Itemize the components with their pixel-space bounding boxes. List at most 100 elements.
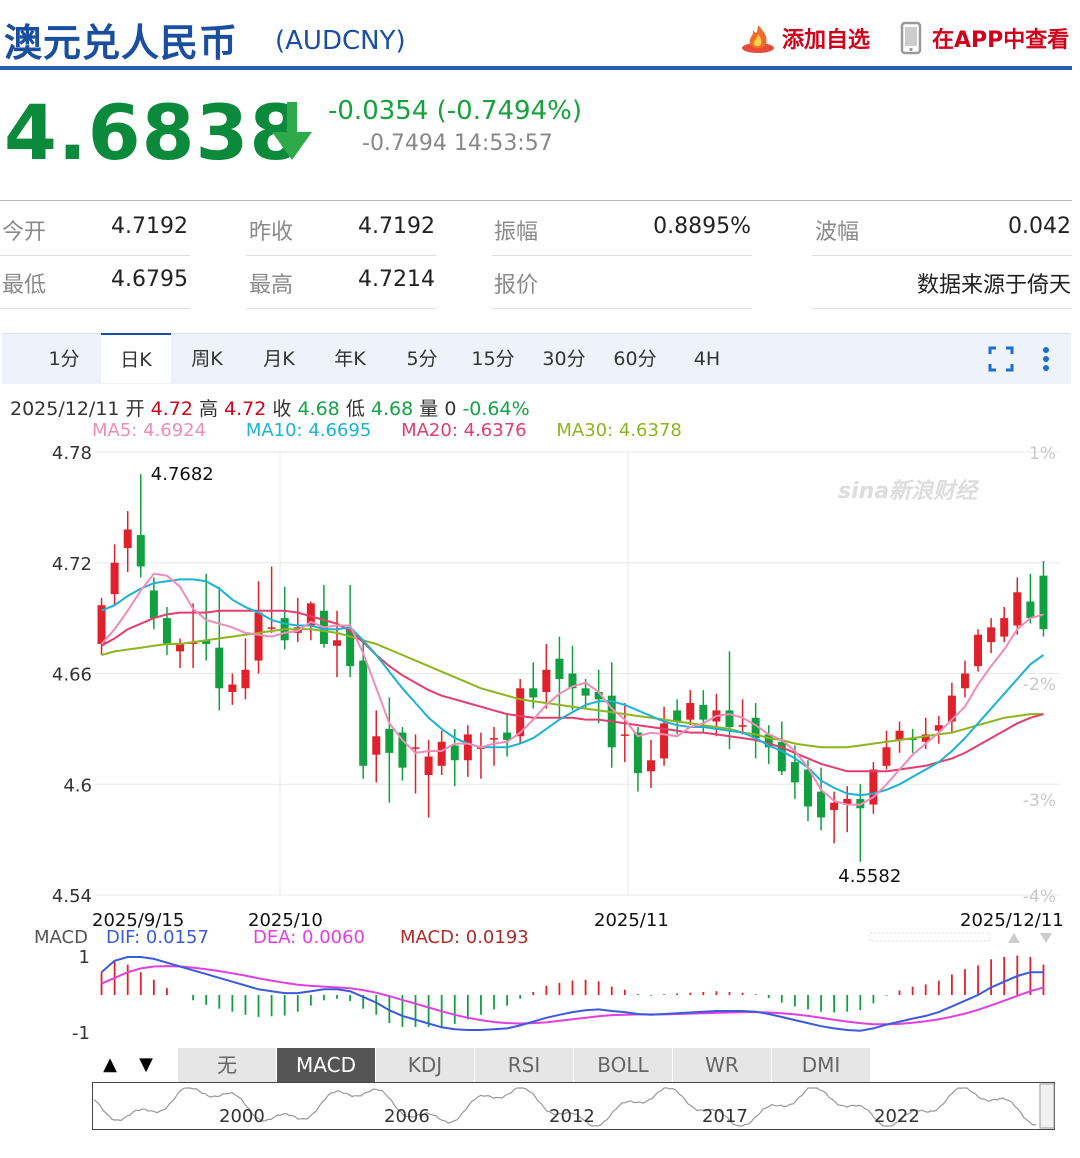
more-options-icon[interactable] [1036, 342, 1056, 376]
stat-value: 0.042 [1008, 214, 1071, 239]
ma20-legend: MA20: 4.6376 [401, 420, 527, 441]
high-label: 高 [198, 398, 218, 420]
stat-value: 4.7192 [111, 214, 188, 239]
candle-body [359, 660, 368, 766]
max-price-label: 4.7682 [151, 464, 214, 485]
pct-tick-label: -4% [1023, 887, 1056, 907]
candle-body [686, 703, 695, 720]
candle-body [424, 756, 433, 776]
candle-body [974, 634, 983, 667]
y-tick-label: 4.72 [52, 554, 92, 575]
add-watchlist-label: 添加自选 [782, 28, 871, 53]
stat-value: 4.7192 [358, 214, 435, 239]
triangle-up-icon[interactable] [1008, 933, 1020, 943]
candle-body [555, 658, 564, 680]
tab-9[interactable]: 60分 [605, 334, 665, 384]
stat-label: 报价 [494, 273, 539, 298]
tab-5[interactable]: 年K [320, 334, 380, 384]
candle-body [1000, 618, 1009, 637]
add-watchlist-button[interactable]: 添加自选 [740, 20, 870, 56]
range-handle[interactable] [1039, 1083, 1055, 1129]
candle-body [228, 684, 237, 692]
arrow-down-icon [270, 100, 314, 166]
indicator-tab-2[interactable]: MACD [277, 1048, 376, 1082]
candle-body [738, 725, 747, 727]
candle-body [830, 802, 839, 811]
candle-body [136, 535, 145, 567]
sina-watermark: sina新浪财经 [838, 478, 980, 504]
indicator-tab-4[interactable]: RSI [475, 1048, 574, 1082]
stat-divider [812, 255, 1072, 256]
tab-10[interactable]: 4H [677, 334, 737, 384]
close-label: 收 [272, 398, 292, 420]
info-date: 2025/12/11 [10, 398, 120, 420]
candle-body [633, 732, 642, 774]
fire-icon [740, 22, 776, 54]
stat-label: 振幅 [494, 220, 539, 245]
candle-body [1026, 601, 1035, 619]
y-tick-label: 4.66 [52, 665, 92, 686]
candle-body [267, 627, 276, 629]
candle-body [215, 647, 224, 689]
candlestick-chart[interactable]: 4.78 4.72 4.66 4.6 4.54 1% -2% -3% -4% sina新浪财经 4.… [0, 440, 1080, 930]
low-value: 4.68 [370, 398, 414, 420]
year-label: 2012 [549, 1106, 595, 1127]
tab-2[interactable]: 日K [101, 333, 171, 383]
tab-1[interactable]: 1分 [34, 334, 94, 384]
ma10-legend: MA10: 4.6695 [245, 420, 372, 441]
year-label: 2006 [384, 1106, 430, 1127]
indicator-tab-6[interactable]: WR [673, 1048, 772, 1082]
tab-4[interactable]: 月K [249, 334, 309, 384]
ma30-legend: MA30: 4.6378 [556, 420, 682, 441]
tab-3[interactable]: 周K [177, 334, 237, 384]
scroll-down-button[interactable]: ▼ [128, 1048, 164, 1082]
min-price-label: 4.5582 [838, 866, 901, 887]
range-navigator[interactable]: 2000 2006 2012 2017 2022 [92, 1082, 1060, 1132]
candle-body [646, 760, 655, 772]
scroll-indicator [869, 932, 991, 942]
candle-body [411, 747, 420, 749]
candle-body [110, 562, 119, 595]
stat-label: 波幅 [815, 220, 860, 245]
open-value: 4.72 [150, 398, 193, 420]
indicator-tab-7[interactable]: DMI [772, 1048, 871, 1082]
candle-body [581, 688, 590, 696]
candle-body [817, 791, 826, 818]
candle-body [803, 769, 812, 807]
candle-body [987, 627, 996, 643]
change-percent: -0.64% [462, 398, 530, 420]
view-in-app-button[interactable]: 在APP中查看 [900, 20, 1069, 56]
stat-divider [246, 308, 436, 309]
macd-legend: MACD: 0.0193 [400, 927, 529, 948]
candle-body [725, 710, 734, 728]
indicator-tab-5[interactable]: BOLL [574, 1048, 673, 1082]
dea-legend: DEA: 0.0060 [253, 927, 365, 948]
tab-6[interactable]: 5分 [392, 334, 452, 384]
candle-body [699, 704, 708, 720]
stat-label: 昨收 [249, 220, 294, 245]
macd-chart[interactable]: MACD DIF: 0.0157 DEA: 0.0060 MACD: 0.0193 1 -… [0, 925, 1080, 1047]
ma-legend: MA5: 4.6924 MA10: 4.6695 MA20: 4.6376 MA… [92, 420, 682, 441]
stat-label: 最高 [249, 273, 294, 298]
pct-tick-label: -3% [1023, 791, 1056, 811]
high-value: 4.72 [224, 398, 267, 420]
stat-label: 今开 [2, 220, 47, 245]
fullscreen-icon[interactable] [984, 342, 1018, 376]
year-label: 2000 [219, 1106, 265, 1127]
scroll-up-button[interactable]: ▲ [92, 1048, 128, 1082]
indicator-tab-3[interactable]: KDJ [376, 1048, 475, 1082]
pct-tick-label: -2% [1023, 675, 1056, 695]
candle-body [254, 612, 263, 661]
view-in-app-label: 在APP中查看 [932, 28, 1070, 53]
symbol-code: (AUDCNY) [275, 26, 406, 56]
candle-body [790, 762, 799, 783]
indicator-tab-1[interactable]: 无 [178, 1048, 277, 1082]
year-label: 2017 [702, 1106, 748, 1127]
triangle-down-icon[interactable] [1040, 933, 1052, 943]
candle-body [529, 688, 538, 698]
tab-8[interactable]: 30分 [534, 334, 594, 384]
tab-7[interactable]: 15分 [463, 334, 523, 384]
year-label: 2022 [874, 1106, 920, 1127]
candle-body [437, 741, 446, 766]
current-price: 4.6838 [4, 88, 304, 177]
